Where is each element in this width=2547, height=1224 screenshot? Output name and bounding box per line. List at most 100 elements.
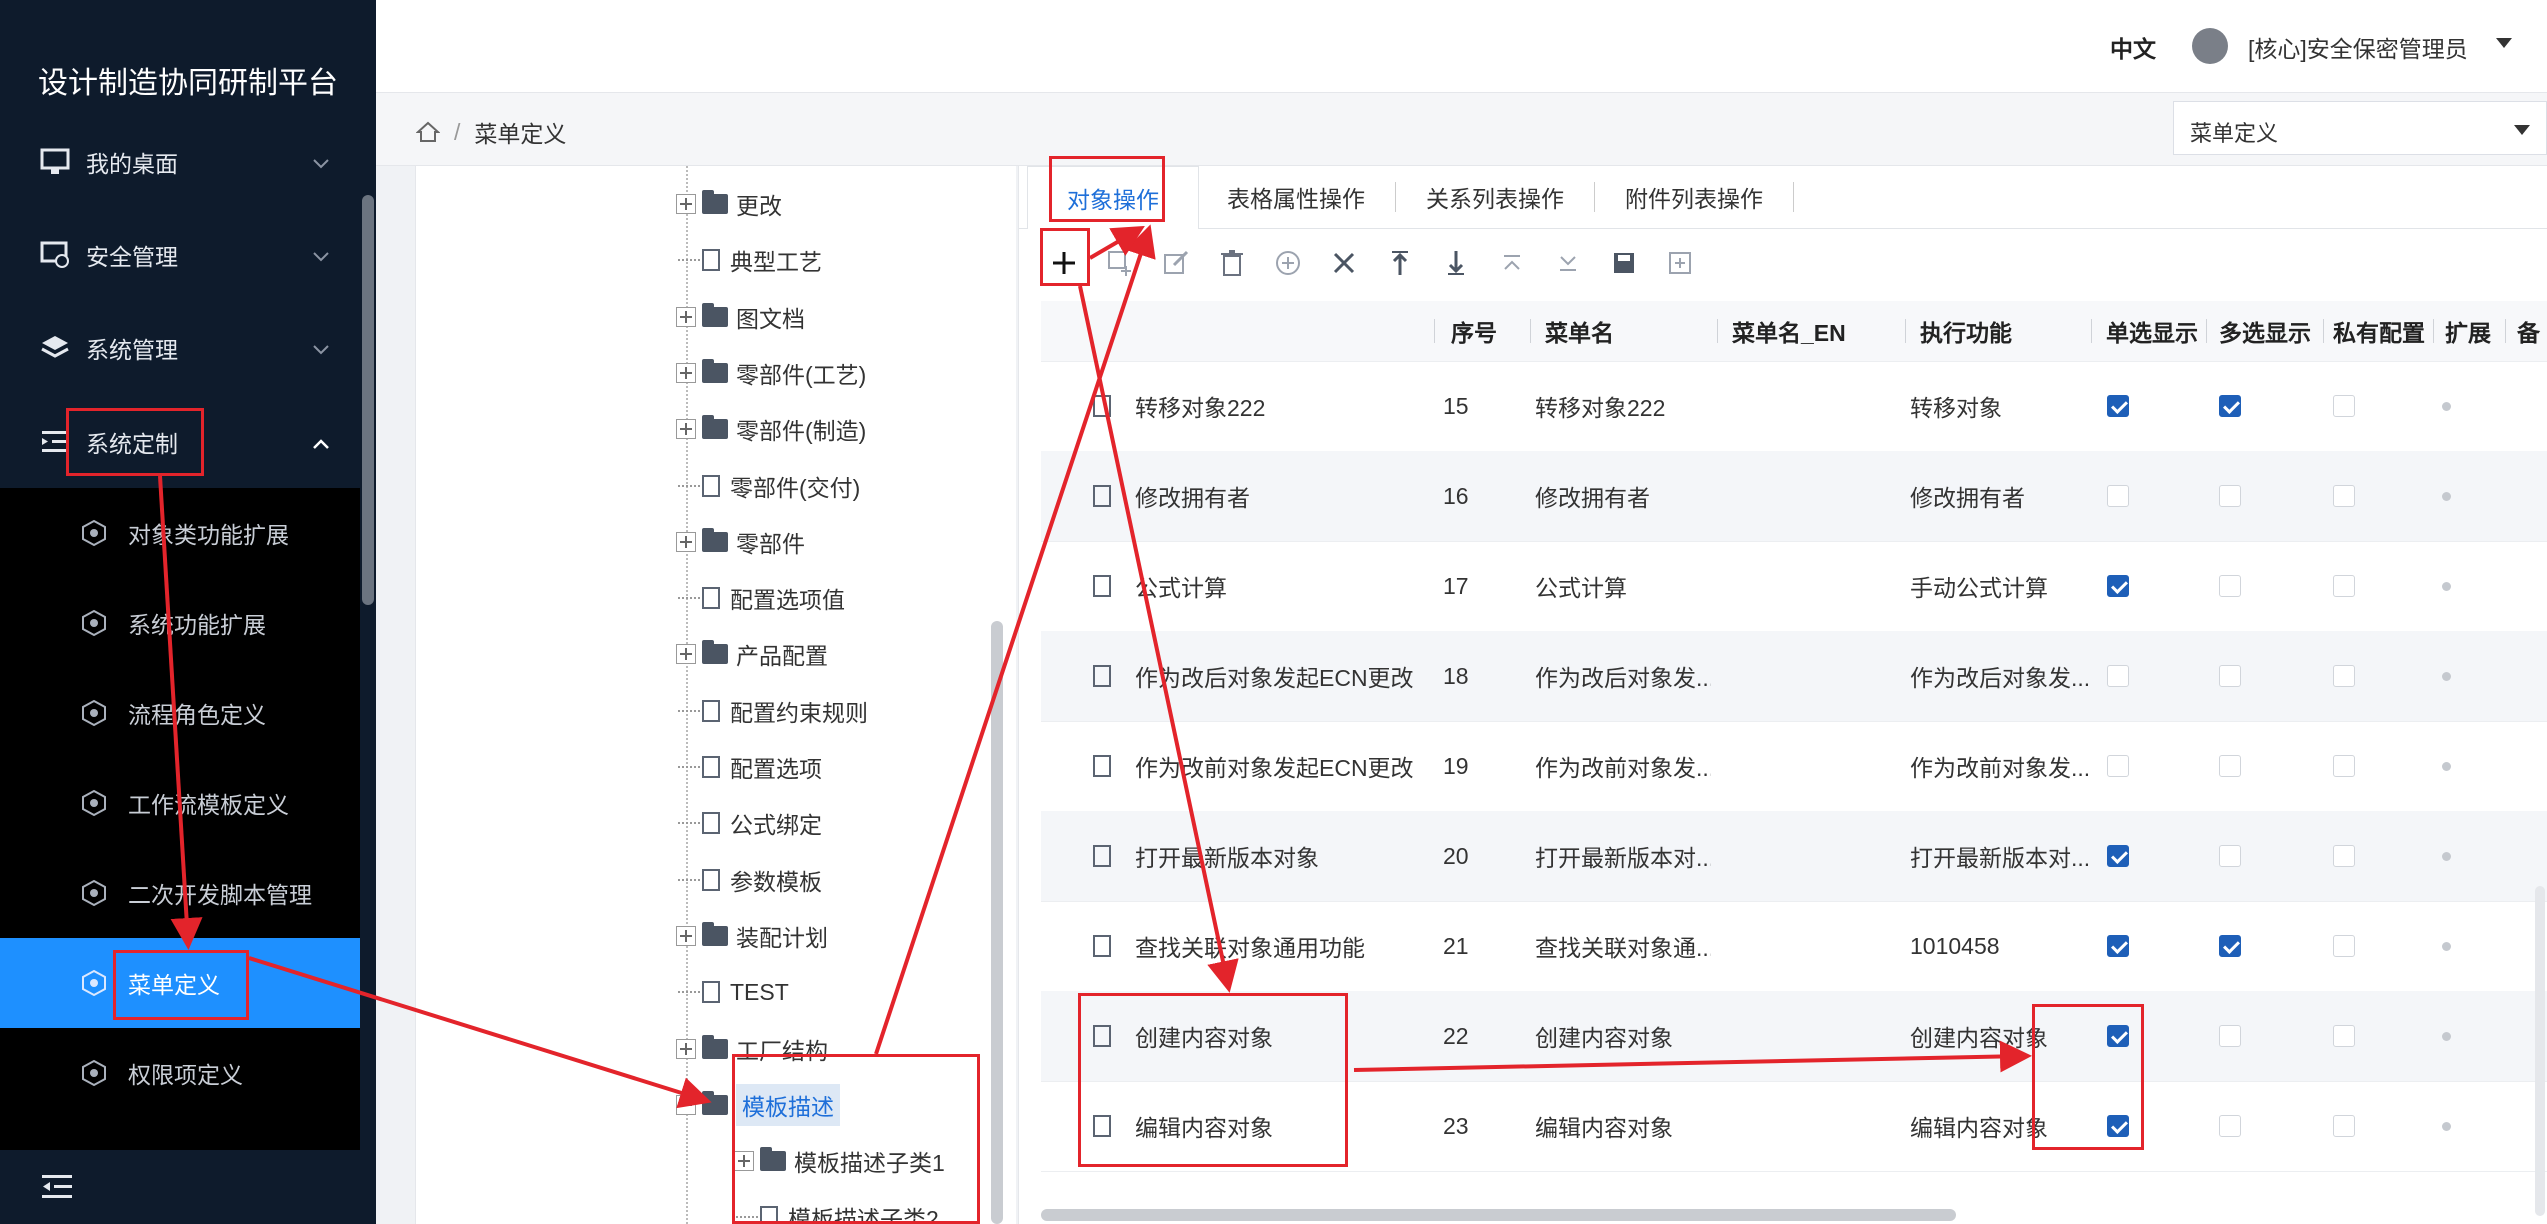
private-config-checkbox[interactable]: [2333, 755, 2355, 777]
expand-icon[interactable]: [676, 925, 696, 946]
tree-node[interactable]: 更改: [676, 184, 782, 224]
tab-table-attr-ops[interactable]: 表格属性操作: [1197, 166, 1395, 228]
extend-dot-icon[interactable]: [2442, 402, 2451, 411]
single-display-checkbox[interactable]: [2107, 395, 2129, 417]
add-child-icon[interactable]: [1103, 246, 1137, 280]
private-config-checkbox[interactable]: [2333, 1025, 2355, 1047]
tree-node[interactable]: 典型工艺: [678, 240, 822, 280]
single-display-checkbox[interactable]: [2107, 575, 2129, 597]
sidebar-subitem-system-ext[interactable]: 系统功能扩展: [0, 578, 360, 668]
delete-icon[interactable]: [1215, 246, 1249, 280]
multi-display-checkbox[interactable]: [2219, 485, 2241, 507]
tree-node[interactable]: 图文档: [676, 297, 805, 337]
tree-node[interactable]: 参数模板: [678, 860, 822, 900]
move-up-icon[interactable]: [1495, 246, 1529, 280]
grid-horizontal-scrollbar[interactable]: [1041, 1209, 1956, 1221]
table-row[interactable]: 打开最新版本对象 20 打开最新版本对... 打开最新版本对...: [1041, 811, 2547, 902]
table-row[interactable]: 修改拥有者 16 修改拥有者 修改拥有者: [1041, 451, 2547, 542]
multi-display-checkbox[interactable]: [2219, 665, 2241, 687]
private-config-checkbox[interactable]: [2333, 845, 2355, 867]
edit-icon[interactable]: [1159, 246, 1193, 280]
user-name[interactable]: [核心]安全保密管理员: [2248, 30, 2468, 64]
avatar[interactable]: [2192, 28, 2228, 64]
single-display-checkbox[interactable]: [2107, 485, 2129, 507]
expand-icon[interactable]: [676, 194, 696, 214]
sidebar-subitem-script[interactable]: 二次开发脚本管理: [0, 848, 360, 938]
sidebar-item-security[interactable]: 安全管理: [0, 210, 360, 300]
home-icon[interactable]: [416, 120, 440, 144]
multi-display-checkbox[interactable]: [2219, 395, 2241, 417]
expand-icon[interactable]: [676, 644, 696, 665]
extend-dot-icon[interactable]: [2442, 492, 2451, 501]
private-config-checkbox[interactable]: [2333, 575, 2355, 597]
tree-node[interactable]: 装配计划: [676, 916, 828, 956]
move-bottom-icon[interactable]: [1439, 246, 1473, 280]
sidebar-subitem-object-ext[interactable]: 对象类功能扩展: [0, 488, 360, 578]
col-menu-name-en[interactable]: 菜单名_EN: [1732, 301, 1846, 361]
extend-dot-icon[interactable]: [2442, 1032, 2451, 1041]
move-down-icon[interactable]: [1551, 246, 1585, 280]
extend-dot-icon[interactable]: [2442, 852, 2451, 861]
table-row[interactable]: 作为改后对象发起ECN更改 18 作为改后对象发... 作为改后对象发...: [1041, 631, 2547, 722]
table-row[interactable]: 转移对象222 15 转移对象222 转移对象: [1041, 361, 2547, 452]
extend-dot-icon[interactable]: [2442, 582, 2451, 591]
save-icon[interactable]: [1607, 246, 1641, 280]
sidebar-subitem-workflow-template[interactable]: 工作流模板定义: [0, 758, 360, 848]
multi-display-checkbox[interactable]: [2219, 1025, 2241, 1047]
table-row[interactable]: 公式计算 17 公式计算 手动公式计算: [1041, 541, 2547, 632]
extend-dot-icon[interactable]: [2442, 672, 2451, 681]
expand-icon[interactable]: [676, 419, 696, 440]
col-menu-name[interactable]: 菜单名: [1545, 301, 1614, 361]
collapse-icon[interactable]: [40, 1172, 74, 1202]
col-seq[interactable]: 序号: [1451, 301, 1497, 361]
single-display-checkbox[interactable]: [2107, 935, 2129, 957]
private-config-checkbox[interactable]: [2333, 395, 2355, 417]
private-config-checkbox[interactable]: [2333, 935, 2355, 957]
private-config-checkbox[interactable]: [2333, 485, 2355, 507]
tree-node[interactable]: 零部件(交付): [678, 466, 860, 506]
add-circle-icon[interactable]: [1271, 246, 1305, 280]
single-display-checkbox[interactable]: [2107, 755, 2129, 777]
tree-node[interactable]: 公式绑定: [678, 803, 822, 843]
col-extend[interactable]: 扩展: [2445, 301, 2491, 361]
multi-display-checkbox[interactable]: [2219, 935, 2241, 957]
extend-dot-icon[interactable]: [2442, 942, 2451, 951]
single-display-checkbox[interactable]: [2107, 845, 2129, 867]
close-icon[interactable]: [1327, 246, 1361, 280]
extend-dot-icon[interactable]: [2442, 762, 2451, 771]
expand-icon[interactable]: [676, 1038, 696, 1059]
sidebar-item-desktop[interactable]: 我的桌面: [0, 117, 360, 207]
col-single-display[interactable]: 单选显示: [2106, 301, 2198, 361]
sidebar-item-system[interactable]: 系统管理: [0, 303, 360, 393]
sidebar-subitem-permission[interactable]: 权限项定义: [0, 1028, 360, 1118]
tree-node[interactable]: TEST: [678, 972, 789, 1012]
private-config-checkbox[interactable]: [2333, 665, 2355, 687]
tree-node[interactable]: 产品配置: [676, 634, 828, 674]
tree-node[interactable]: 零部件(制造): [676, 409, 866, 449]
tree-node[interactable]: 零部件: [676, 522, 805, 562]
col-function[interactable]: 执行功能: [1920, 301, 2012, 361]
page-select[interactable]: 菜单定义: [2173, 101, 2547, 155]
col-multi-display[interactable]: 多选显示: [2219, 301, 2311, 361]
sidebar-scrollbar[interactable]: [362, 195, 374, 605]
move-top-icon[interactable]: [1383, 246, 1417, 280]
tree-node[interactable]: 零部件(工艺): [676, 353, 866, 393]
grid-vertical-scrollbar[interactable]: [2535, 886, 2545, 1216]
collapse-icon[interactable]: [676, 1094, 696, 1115]
tree-scrollbar[interactable]: [991, 621, 1003, 1224]
caret-down-icon[interactable]: [2494, 36, 2514, 50]
multi-display-checkbox[interactable]: [2219, 1115, 2241, 1137]
table-row[interactable]: 查找关联对象通用功能 21 查找关联对象通... 1010458: [1041, 901, 2547, 992]
col-private[interactable]: 私有配置: [2333, 301, 2425, 361]
multi-display-checkbox[interactable]: [2219, 575, 2241, 597]
tree-node[interactable]: 配置选项: [678, 747, 822, 787]
language-switch[interactable]: 中文: [2110, 30, 2156, 64]
expand-icon[interactable]: [1663, 246, 1697, 280]
multi-display-checkbox[interactable]: [2219, 845, 2241, 867]
tab-attachment-list-ops[interactable]: 附件列表操作: [1595, 166, 1793, 228]
extend-dot-icon[interactable]: [2442, 1122, 2451, 1131]
expand-icon[interactable]: [676, 362, 696, 383]
tab-relation-list-ops[interactable]: 关系列表操作: [1396, 166, 1594, 228]
expand-icon[interactable]: [676, 531, 696, 552]
single-display-checkbox[interactable]: [2107, 665, 2129, 687]
